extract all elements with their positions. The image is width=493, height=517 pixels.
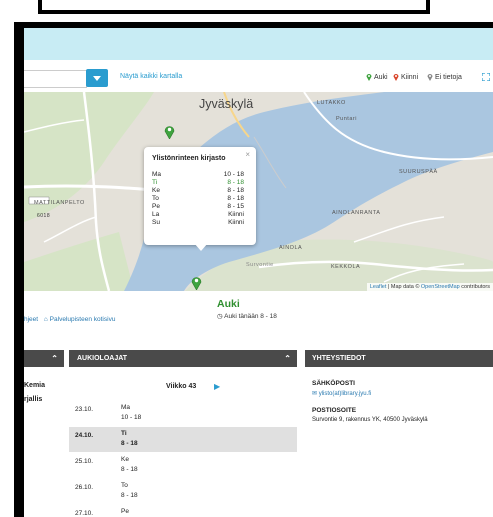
opening-hours-row: 23.10. Ma 10 - 18 bbox=[75, 404, 142, 421]
map-pin-green-icon bbox=[366, 74, 372, 81]
map-view[interactable]: Jyväskylä LUTAKKO Puntari MATTILANPELTO … bbox=[24, 92, 493, 291]
map-place-label: AINOLA bbox=[279, 245, 303, 251]
service-links: hjeet ⌂ Palvelupisteen kotisivu bbox=[24, 316, 115, 323]
opening-hours-row: 27.10. Pe bbox=[75, 508, 129, 517]
popup-hours-row: Pe 8 - 15 bbox=[152, 203, 244, 210]
opening-hours-row: 26.10. To 8 - 18 bbox=[75, 482, 138, 499]
site-header-bar bbox=[24, 28, 493, 60]
popup-title: Ylistönrinteen kirjasto bbox=[152, 155, 226, 162]
chevron-down-icon bbox=[93, 75, 101, 81]
popup-hours-row: Ma 10 - 18 bbox=[152, 171, 244, 178]
map-pin-grey-icon bbox=[427, 74, 433, 81]
contact-title: YHTEYSTIEDOT bbox=[312, 355, 366, 362]
map-toolbar: Näytä kaikki kartalla Auki Kiinni Ei tie… bbox=[24, 64, 493, 90]
map-attribution: Leaflet | Map data © OpenStreetMap contr… bbox=[366, 283, 493, 291]
map-place-label: AINOLANRANTA bbox=[332, 210, 381, 216]
map-pin-red-icon bbox=[393, 74, 399, 81]
map-place-label: MATTILANPELTO bbox=[34, 200, 85, 206]
week-label: Viikko 43 bbox=[166, 383, 197, 390]
map-marker-green-icon[interactable] bbox=[191, 275, 202, 290]
left-panel-header[interactable]: ⌃ bbox=[24, 350, 64, 367]
library-popup: × Ylistönrinteen kirjasto Ma 10 - 18 Ti 8 … bbox=[144, 147, 256, 251]
map-place-label: LUTAKKO bbox=[317, 100, 346, 106]
chevron-up-icon: ⌃ bbox=[51, 354, 58, 363]
close-icon[interactable]: × bbox=[245, 150, 250, 159]
map-marker-green-icon[interactable] bbox=[164, 124, 175, 139]
email-label: SÄHKÖPOSTI bbox=[312, 380, 355, 387]
top-frame-box bbox=[38, 0, 430, 14]
map-place-label: Puntari bbox=[336, 116, 357, 122]
leaflet-link[interactable]: Leaflet bbox=[370, 284, 387, 290]
next-week-icon[interactable]: ▶ bbox=[214, 382, 220, 391]
library-select-input[interactable] bbox=[24, 70, 87, 88]
legend-open-label: Auki bbox=[374, 73, 388, 81]
library-status: hjeet ⌂ Palvelupisteen kotisivu Auki ◷ A… bbox=[24, 296, 493, 348]
clock-icon: ◷ bbox=[217, 313, 223, 320]
screen-frame-left bbox=[14, 22, 24, 517]
legend-no-info-label: Ei tietoja bbox=[435, 73, 462, 81]
instructions-link[interactable]: hjeet bbox=[24, 316, 38, 323]
opening-hours-row-today: 24.10. Ti 8 - 18 bbox=[69, 427, 297, 452]
popup-hours-row: La Kiinni bbox=[152, 211, 244, 218]
legend-closed-label: Kiinni bbox=[401, 73, 419, 81]
legend-open: Auki bbox=[366, 73, 388, 81]
map-road-number: 6018 bbox=[37, 213, 51, 219]
left-list-item[interactable]: rjallis bbox=[24, 396, 42, 403]
opening-hours-row: 25.10. Ke 8 - 18 bbox=[75, 456, 138, 473]
fullscreen-icon[interactable] bbox=[482, 73, 490, 81]
dropdown-button[interactable] bbox=[86, 69, 108, 87]
mail-icon: ✉ bbox=[312, 391, 318, 397]
legend-closed: Kiinni bbox=[393, 73, 418, 81]
map-place-label: KEKKOLA bbox=[331, 264, 361, 270]
postal-address: Survontie 9, rakennus YK, 40500 Jyväskyl… bbox=[312, 417, 428, 423]
popup-hours-row: To 8 - 18 bbox=[152, 195, 244, 202]
homepage-link[interactable]: Palvelupisteen kotisivu bbox=[50, 316, 116, 323]
contact-header[interactable]: YHTEYSTIEDOT bbox=[305, 350, 493, 367]
chevron-up-icon: ⌃ bbox=[284, 354, 291, 363]
popup-tip bbox=[194, 243, 208, 251]
map-city-label: Jyväskylä bbox=[199, 97, 254, 111]
popup-hours-row-today: Ti 8 - 18 bbox=[152, 179, 244, 186]
map-place-label: SUURUSPÄÄ bbox=[399, 169, 438, 175]
home-icon: ⌂ bbox=[43, 316, 48, 323]
osm-link[interactable]: OpenStreetMap bbox=[421, 284, 460, 290]
legend-no-info: Ei tietoja bbox=[427, 73, 462, 81]
left-list-item[interactable]: Kemia bbox=[24, 382, 45, 389]
opening-hours-header[interactable]: AUKIOLOAJAT ⌃ bbox=[69, 350, 297, 367]
show-all-on-map-link[interactable]: Näytä kaikki kartalla bbox=[120, 73, 182, 80]
popup-hours-row: Su Kiinni bbox=[152, 219, 244, 226]
map-street-label: Survontie bbox=[246, 262, 274, 268]
address-label: POSTIOSOITE bbox=[312, 407, 357, 414]
email-link[interactable]: ✉ ylisto(at)library.jyu.fi bbox=[312, 390, 371, 397]
open-today-text: ◷ Auki tänään 8 - 18 bbox=[217, 313, 277, 320]
open-status-title: Auki bbox=[217, 298, 240, 310]
opening-hours-title: AUKIOLOAJAT bbox=[77, 355, 128, 362]
popup-hours-row: Ke 8 - 18 bbox=[152, 187, 244, 194]
browser-content: Näytä kaikki kartalla Auki Kiinni Ei tie… bbox=[24, 28, 493, 517]
